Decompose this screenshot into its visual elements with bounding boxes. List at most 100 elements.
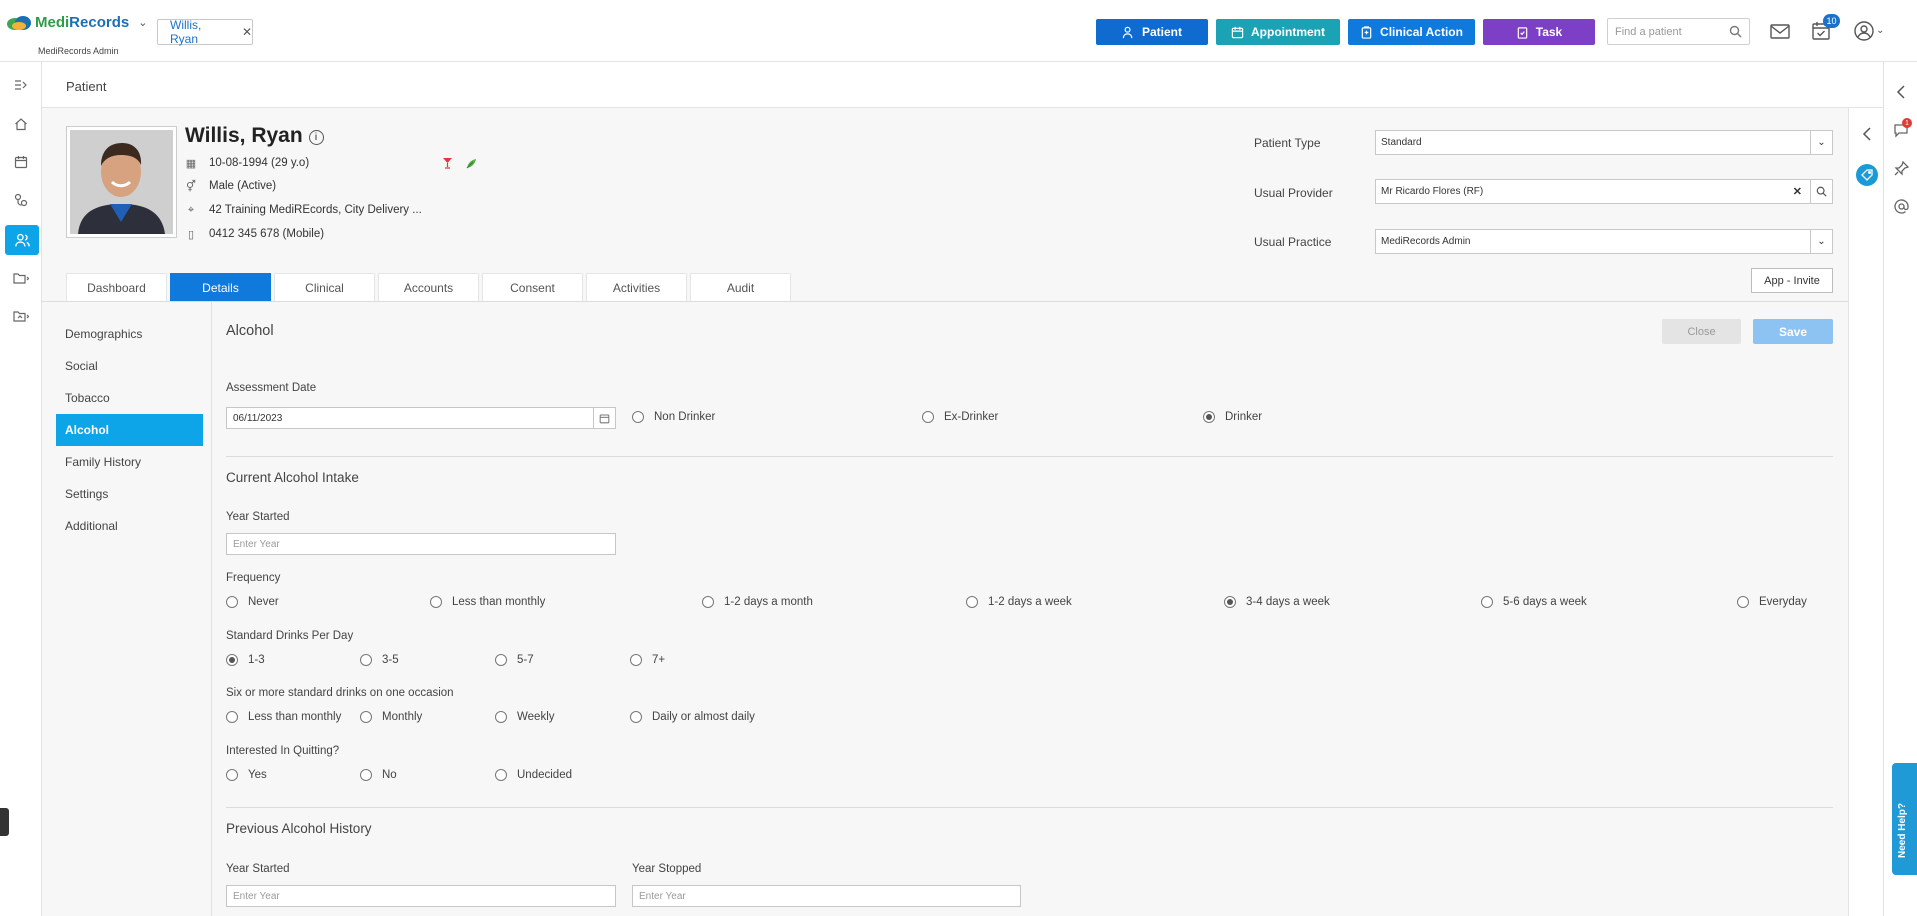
radio-frequency-1-2-week[interactable]: 1-2 days a week bbox=[966, 596, 1072, 608]
radio-frequency-1-2-month[interactable]: 1-2 days a month bbox=[702, 596, 813, 608]
clipboard-icon bbox=[1361, 25, 1372, 39]
clear-icon[interactable]: ✕ bbox=[1793, 185, 1802, 198]
usual-provider-value: Mr Ricardo Flores (RF) bbox=[1381, 186, 1484, 197]
sidenav-item-social[interactable]: Social bbox=[56, 350, 203, 382]
radio-quitting-yes[interactable]: Yes bbox=[226, 769, 267, 781]
home-icon[interactable] bbox=[8, 111, 34, 137]
prev-year-stopped-input[interactable]: Enter Year bbox=[632, 885, 1021, 907]
brand-name: MediRecords bbox=[35, 14, 130, 31]
close-button[interactable]: Close bbox=[1662, 319, 1741, 344]
mail-icon[interactable] bbox=[1769, 20, 1791, 42]
close-icon[interactable]: ✕ bbox=[242, 25, 252, 39]
clinical-nav-icon[interactable] bbox=[8, 187, 34, 213]
radio-drinker[interactable]: Drinker bbox=[1203, 411, 1262, 423]
radio-six-plus-daily[interactable]: Daily or almost daily bbox=[630, 711, 755, 723]
new-task-label: Task bbox=[1535, 25, 1563, 39]
save-button[interactable]: Save bbox=[1753, 319, 1833, 344]
radio-frequency-3-4-week[interactable]: 3-4 days a week bbox=[1224, 596, 1330, 608]
patient-address: ⌖ 42 Training MediREcords, City Delivery … bbox=[185, 204, 422, 216]
app-invite-button[interactable]: App - Invite bbox=[1751, 268, 1833, 293]
radio-frequency-5-6-week[interactable]: 5-6 days a week bbox=[1481, 596, 1587, 608]
collapse-left-icon[interactable] bbox=[1857, 124, 1877, 144]
radio-std-drinks-7-plus[interactable]: 7+ bbox=[630, 654, 665, 666]
radio-frequency-never[interactable]: Never bbox=[226, 596, 279, 608]
search-provider-icon[interactable] bbox=[1810, 180, 1832, 203]
user-account-icon[interactable] bbox=[1853, 20, 1875, 42]
radio-frequency-everyday[interactable]: Everyday bbox=[1737, 596, 1807, 608]
tab-activities[interactable]: Activities bbox=[586, 273, 687, 301]
need-help-button[interactable]: Need Help? bbox=[1892, 763, 1917, 875]
sidenav-item-additional[interactable]: Additional bbox=[56, 510, 203, 542]
sidenav-item-demographics[interactable]: Demographics bbox=[56, 318, 203, 350]
search-icon[interactable] bbox=[1729, 25, 1742, 38]
alcohol-panel bbox=[211, 302, 1848, 916]
radio-frequency-less-than-monthly[interactable]: Less than monthly bbox=[430, 596, 545, 608]
prev-year-stopped-label: Year Stopped bbox=[632, 863, 702, 875]
collapse-panel-icon[interactable] bbox=[1891, 82, 1911, 102]
assessment-date-input[interactable]: 06/11/2023 bbox=[226, 407, 616, 429]
reports-nav-icon[interactable] bbox=[8, 303, 34, 329]
prev-year-started-label: Year Started bbox=[226, 863, 290, 875]
radio-six-plus-weekly[interactable]: Weekly bbox=[495, 711, 555, 723]
info-icon[interactable]: i bbox=[308, 130, 324, 145]
quitting-label: Interested In Quitting? bbox=[226, 745, 340, 757]
sidenav-item-alcohol[interactable]: Alcohol bbox=[56, 414, 203, 446]
calendar-picker-icon[interactable] bbox=[593, 408, 615, 428]
chevron-down-icon[interactable]: ⌄ bbox=[1810, 131, 1832, 154]
tab-accounts[interactable]: Accounts bbox=[378, 273, 479, 301]
patient-search-input[interactable]: Find a patient bbox=[1607, 18, 1750, 45]
chevron-down-icon[interactable]: ⌄ bbox=[1810, 230, 1832, 253]
app-logo[interactable]: MediRecords ⌄ bbox=[6, 14, 147, 31]
expand-menu-icon[interactable] bbox=[8, 72, 34, 98]
usual-practice-select[interactable]: MediRecords Admin ⌄ bbox=[1375, 229, 1833, 254]
tag-icon[interactable] bbox=[1856, 164, 1878, 186]
patients-nav-icon[interactable] bbox=[5, 225, 39, 255]
pin-icon[interactable] bbox=[1891, 158, 1911, 178]
need-help-label: Need Help? bbox=[1897, 802, 1908, 858]
radio-six-plus-monthly[interactable]: Monthly bbox=[360, 711, 422, 723]
patient-type-select[interactable]: Standard ⌄ bbox=[1375, 130, 1833, 155]
radio-std-drinks-1-3[interactable]: 1-3 bbox=[226, 654, 265, 666]
tab-dashboard[interactable]: Dashboard bbox=[66, 273, 167, 301]
calendar-nav-icon[interactable] bbox=[8, 149, 34, 175]
folder-nav-icon[interactable] bbox=[8, 265, 34, 291]
sidenav-item-settings[interactable]: Settings bbox=[56, 478, 203, 510]
patient-photo[interactable] bbox=[66, 126, 177, 238]
sidenav-item-family-history[interactable]: Family History bbox=[56, 446, 203, 478]
new-appointment-button[interactable]: Appointment bbox=[1216, 19, 1340, 45]
prev-year-started-input[interactable]: Enter Year bbox=[226, 885, 616, 907]
leaf-icon bbox=[466, 159, 476, 169]
tab-audit[interactable]: Audit bbox=[690, 273, 791, 301]
radio-six-plus-less-than-monthly[interactable]: Less than monthly bbox=[226, 711, 341, 723]
chevron-down-icon[interactable]: ⌄ bbox=[138, 16, 147, 29]
feedback-tab[interactable] bbox=[0, 808, 9, 836]
account-chevron-down-icon[interactable]: ⌄ bbox=[1876, 25, 1884, 36]
usual-provider-field[interactable]: Mr Ricardo Flores (RF) ✕ bbox=[1375, 179, 1833, 204]
radio-std-drinks-5-7[interactable]: 5-7 bbox=[495, 654, 534, 666]
radio-ex-drinker[interactable]: Ex-Drinker bbox=[922, 411, 998, 423]
calendar-small-icon: ▦ bbox=[185, 158, 197, 170]
search-placeholder: Find a patient bbox=[1615, 25, 1682, 38]
tab-details[interactable]: Details bbox=[170, 273, 271, 301]
at-mention-icon[interactable] bbox=[1891, 196, 1911, 216]
previous-history-title: Previous Alcohol History bbox=[226, 821, 372, 836]
practice-name: MediRecords Admin bbox=[38, 46, 119, 56]
form-title: Alcohol bbox=[226, 323, 274, 339]
divider bbox=[226, 807, 1833, 808]
radio-quitting-no[interactable]: No bbox=[360, 769, 397, 781]
tab-consent[interactable]: Consent bbox=[482, 273, 583, 301]
usual-practice-value: MediRecords Admin bbox=[1381, 236, 1471, 247]
tab-clinical[interactable]: Clinical bbox=[274, 273, 375, 301]
radio-std-drinks-3-5[interactable]: 3-5 bbox=[360, 654, 399, 666]
open-patient-tab[interactable]: Willis, Ryan ✕ bbox=[157, 18, 253, 46]
new-task-button[interactable]: Task bbox=[1483, 19, 1595, 45]
sidenav-item-tobacco[interactable]: Tobacco bbox=[56, 382, 203, 414]
task-icon bbox=[1517, 26, 1528, 39]
year-started-input[interactable]: Enter Year bbox=[226, 533, 616, 555]
radio-non-drinker[interactable]: Non Drinker bbox=[632, 411, 715, 423]
clinical-action-button[interactable]: Clinical Action bbox=[1348, 19, 1475, 45]
patient-gender: ⚥ Male (Active) bbox=[186, 180, 277, 193]
radio-quitting-undecided[interactable]: Undecided bbox=[495, 769, 572, 781]
new-patient-button[interactable]: Patient bbox=[1096, 19, 1208, 45]
patient-type-label: Patient Type bbox=[1254, 136, 1321, 150]
